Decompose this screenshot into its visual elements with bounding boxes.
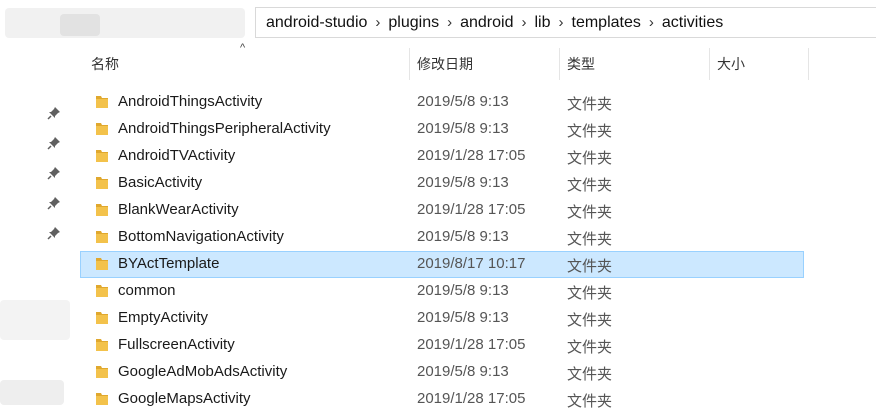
file-type: 文件夹 xyxy=(567,312,613,329)
file-name: GoogleAdMobAdsActivity xyxy=(118,363,288,380)
navigation-pane xyxy=(0,38,75,405)
column-header-name[interactable]: 名称 xyxy=(91,48,409,80)
blurred-region xyxy=(60,14,100,36)
column-divider[interactable] xyxy=(709,48,710,80)
breadcrumb: android-studio › plugins › android › lib › templ… xyxy=(266,8,723,37)
file-type: 文件夹 xyxy=(567,285,613,302)
folder-icon xyxy=(96,204,108,216)
folder-icon xyxy=(96,312,108,324)
file-date: 2019/5/8 9:13 xyxy=(417,228,509,245)
column-header-label: 类型 xyxy=(567,56,595,72)
file-name: AndroidThingsActivity xyxy=(118,93,263,110)
breadcrumb-item[interactable]: lib xyxy=(534,14,550,32)
file-type: 文件夹 xyxy=(567,339,613,356)
column-header-date[interactable]: 修改日期 xyxy=(417,48,557,80)
pin-icon[interactable] xyxy=(47,166,61,180)
file-date: 2019/1/28 17:05 xyxy=(417,201,526,218)
file-date: 2019/8/17 10:17 xyxy=(417,255,526,272)
file-row[interactable]: AndroidTVActivity 2019/1/28 17:05 文件夹 xyxy=(80,143,804,170)
file-type: 文件夹 xyxy=(567,393,613,410)
column-divider[interactable] xyxy=(409,48,410,80)
column-header-label: 修改日期 xyxy=(417,56,473,72)
file-row[interactable]: AndroidThingsPeripheralActivity 2019/5/8 … xyxy=(80,116,804,143)
folder-icon xyxy=(96,231,108,243)
breadcrumb-separator-icon[interactable]: › xyxy=(521,14,526,31)
file-row[interactable]: common 2019/5/8 9:13 文件夹 xyxy=(80,278,804,305)
pin-icon[interactable] xyxy=(47,196,61,210)
address-bar[interactable]: android-studio › plugins › android › lib › templ… xyxy=(255,7,876,38)
file-type: 文件夹 xyxy=(567,96,613,113)
file-date: 2019/5/8 9:13 xyxy=(417,120,509,137)
file-name: BasicActivity xyxy=(118,174,203,191)
file-date: 2019/5/8 9:13 xyxy=(417,174,509,191)
file-row[interactable]: BlankWearActivity 2019/1/28 17:05 文件夹 xyxy=(80,197,804,224)
file-row[interactable]: EmptyActivity 2019/5/8 9:13 文件夹 xyxy=(80,305,804,332)
folder-icon xyxy=(96,177,108,189)
column-header-type[interactable]: 类型 xyxy=(567,48,707,80)
file-name: FullscreenActivity xyxy=(118,336,235,353)
file-date: 2019/1/28 17:05 xyxy=(417,336,526,353)
column-header-label: 大小 xyxy=(717,56,745,72)
file-type: 文件夹 xyxy=(567,150,613,167)
folder-icon xyxy=(96,339,108,351)
folder-icon xyxy=(96,285,108,297)
file-row[interactable]: BasicActivity 2019/5/8 9:13 文件夹 xyxy=(80,170,804,197)
file-list: AndroidThingsActivity 2019/5/8 9:13 文件夹 And… xyxy=(80,89,876,413)
folder-icon xyxy=(96,150,108,162)
file-row[interactable]: GoogleAdMobAdsActivity 2019/5/8 9:13 文件夹 xyxy=(80,359,804,386)
breadcrumb-item[interactable]: android-studio xyxy=(266,14,367,32)
file-date: 2019/5/8 9:13 xyxy=(417,282,509,299)
column-header-size[interactable]: 大小 xyxy=(717,48,807,80)
folder-icon xyxy=(96,366,108,378)
file-name: AndroidThingsPeripheralActivity xyxy=(118,120,331,137)
blurred-region xyxy=(5,8,245,38)
file-type: 文件夹 xyxy=(567,231,613,248)
pin-icon[interactable] xyxy=(47,226,61,240)
breadcrumb-item[interactable]: android xyxy=(460,14,513,32)
file-date: 2019/1/28 17:05 xyxy=(417,390,526,407)
file-date: 2019/1/28 17:05 xyxy=(417,147,526,164)
folder-icon xyxy=(96,96,108,108)
column-header-label: 名称 xyxy=(91,56,119,72)
file-name: BlankWearActivity xyxy=(118,201,239,218)
breadcrumb-item[interactable]: activities xyxy=(662,14,723,32)
breadcrumb-item[interactable]: templates xyxy=(572,14,641,32)
file-name: BYActTemplate xyxy=(118,255,220,272)
folder-icon xyxy=(96,258,108,270)
file-type: 文件夹 xyxy=(567,366,613,383)
file-name: AndroidTVActivity xyxy=(118,147,236,164)
file-type: 文件夹 xyxy=(567,123,613,140)
breadcrumb-separator-icon[interactable]: › xyxy=(447,14,452,31)
file-row[interactable]: AndroidThingsActivity 2019/5/8 9:13 文件夹 xyxy=(80,89,804,116)
column-divider[interactable] xyxy=(559,48,560,80)
file-date: 2019/5/8 9:13 xyxy=(417,93,509,110)
pin-icon[interactable] xyxy=(47,106,61,120)
breadcrumb-separator-icon[interactable]: › xyxy=(649,14,654,31)
file-row[interactable]: FullscreenActivity 2019/1/28 17:05 文件夹 xyxy=(80,332,804,359)
file-row[interactable]: BottomNavigationActivity 2019/5/8 9:13 文件夹 xyxy=(80,224,804,251)
column-divider[interactable] xyxy=(808,48,809,80)
file-row[interactable]: GoogleMapsActivity 2019/1/28 17:05 文件夹 xyxy=(80,386,804,413)
breadcrumb-separator-icon[interactable]: › xyxy=(375,14,380,31)
pin-icon[interactable] xyxy=(47,136,61,150)
file-type: 文件夹 xyxy=(567,204,613,221)
file-date: 2019/5/8 9:13 xyxy=(417,309,509,326)
file-date: 2019/5/8 9:13 xyxy=(417,363,509,380)
file-row[interactable]: BYActTemplate 2019/8/17 10:17 文件夹 xyxy=(80,251,804,278)
folder-icon xyxy=(96,123,108,135)
file-name: GoogleMapsActivity xyxy=(118,390,251,407)
breadcrumb-item[interactable]: plugins xyxy=(388,14,439,32)
file-type: 文件夹 xyxy=(567,177,613,194)
file-name: common xyxy=(118,282,176,299)
file-type: 文件夹 xyxy=(567,258,613,275)
file-name: BottomNavigationActivity xyxy=(118,228,284,245)
file-name: EmptyActivity xyxy=(118,309,209,326)
breadcrumb-separator-icon[interactable]: › xyxy=(559,14,564,31)
